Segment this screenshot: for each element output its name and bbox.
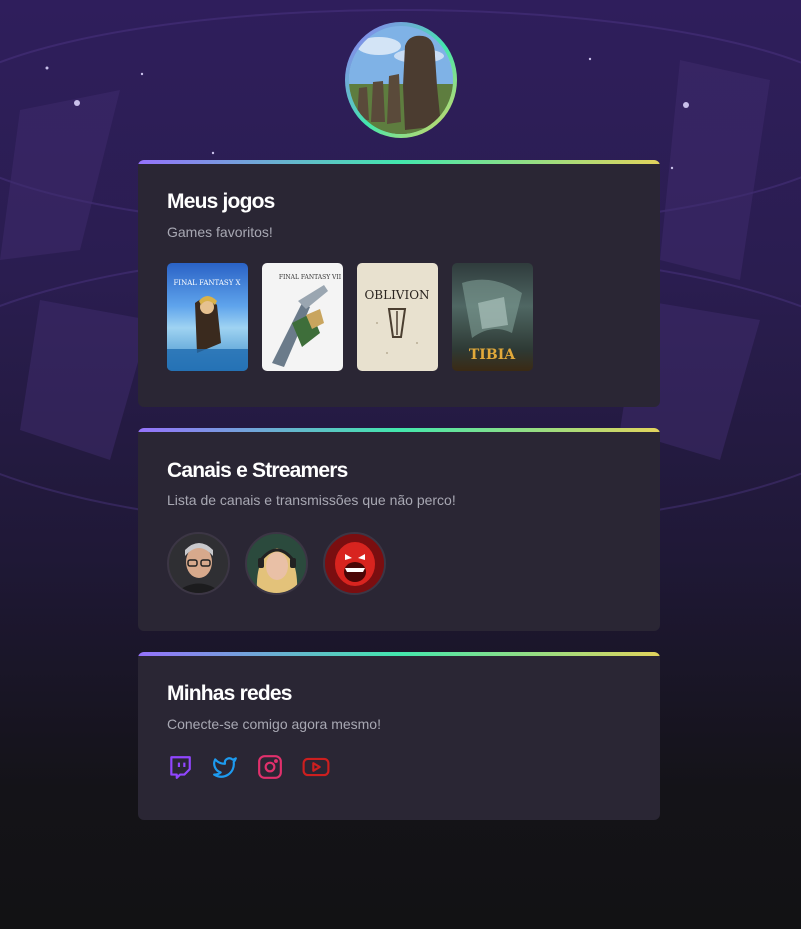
games-card-subtitle: Games favoritos! <box>167 224 273 240</box>
tibia-cover[interactable]: TIBIA <box>452 263 533 371</box>
games-card: Meus jogos Games favoritos! FINAL FANTAS… <box>138 160 660 407</box>
red-monster-avatar[interactable] <box>323 532 386 595</box>
twitter-icon[interactable] <box>212 754 238 780</box>
oblivion-cover[interactable]: OBLIVION <box>357 263 438 371</box>
games-list: FINAL FANTASY X FINAL FANTASY VII OBLIVI… <box>167 263 533 371</box>
youtube-icon[interactable] <box>302 754 330 780</box>
streamers-card: Canais e Streamers Lista de canais e tra… <box>138 428 660 631</box>
profile-avatar[interactable] <box>345 22 457 138</box>
streamers-list <box>167 532 386 595</box>
game-title-ffvii: FINAL FANTASY VII <box>279 274 342 281</box>
streamer-blonde-headset-avatar[interactable] <box>245 532 308 595</box>
final-fantasy-vii-cover[interactable]: FINAL FANTASY VII <box>262 263 343 371</box>
game-title-oblivion: OBLIVION <box>364 288 429 302</box>
social-links <box>167 754 330 780</box>
socials-card: Minhas redes Conecte-se comigo agora mes… <box>138 652 660 820</box>
games-card-title: Meus jogos <box>167 190 275 213</box>
socials-card-title: Minhas redes <box>167 682 292 705</box>
game-title-tibia: TIBIA <box>469 347 516 363</box>
moai-photo-avatar <box>349 26 453 134</box>
socials-card-subtitle: Conecte-se comigo agora mesmo! <box>167 716 381 732</box>
streamer-man-glasses-avatar[interactable] <box>167 532 230 595</box>
instagram-icon[interactable] <box>257 754 283 780</box>
final-fantasy-x-cover[interactable]: FINAL FANTASY X <box>167 263 248 371</box>
streamers-card-subtitle: Lista de canais e transmissões que não p… <box>167 492 456 508</box>
game-title-ffx: FINAL FANTASY X <box>173 279 240 287</box>
streamers-card-title: Canais e Streamers <box>167 459 348 482</box>
twitch-icon[interactable] <box>167 754 193 780</box>
